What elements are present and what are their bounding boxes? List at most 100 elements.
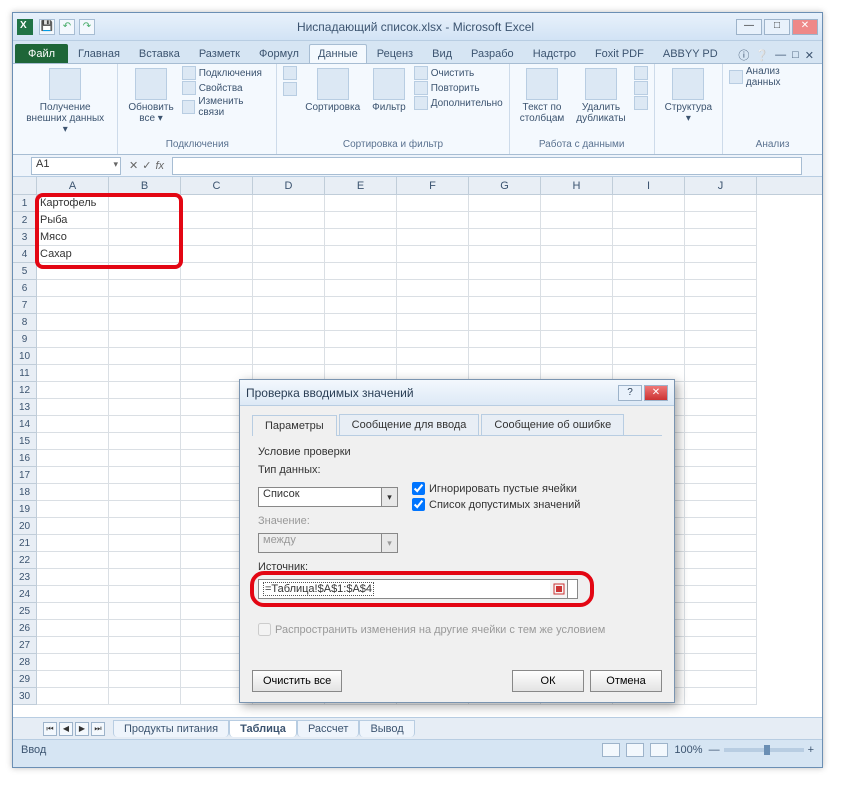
cell[interactable]: [685, 688, 757, 705]
cell[interactable]: [37, 331, 109, 348]
ribbon-tab-1[interactable]: Главная: [69, 44, 129, 63]
zoom-slider[interactable]: [724, 748, 804, 752]
sheet-tab-3[interactable]: Вывод: [359, 720, 414, 737]
cell[interactable]: [541, 297, 613, 314]
cell[interactable]: [109, 637, 181, 654]
cell[interactable]: [109, 212, 181, 229]
cell[interactable]: [469, 263, 541, 280]
cell[interactable]: [613, 212, 685, 229]
cell[interactable]: [613, 246, 685, 263]
cell[interactable]: [181, 297, 253, 314]
ribbon-tab-6[interactable]: Реценз: [368, 44, 422, 63]
cell[interactable]: [181, 195, 253, 212]
cell[interactable]: [37, 654, 109, 671]
select-all-corner[interactable]: [13, 177, 37, 194]
ok-button[interactable]: ОК: [512, 670, 584, 692]
row-header-7[interactable]: 7: [13, 297, 37, 314]
cell[interactable]: Сахар: [37, 246, 109, 263]
row-header-8[interactable]: 8: [13, 314, 37, 331]
cell[interactable]: [253, 297, 325, 314]
maximize-button[interactable]: □: [764, 19, 790, 35]
cell[interactable]: [109, 552, 181, 569]
clear-all-button[interactable]: Очистить все: [252, 670, 342, 692]
clear-filter-item[interactable]: Очистить: [414, 66, 503, 80]
cell[interactable]: [109, 246, 181, 263]
ignore-blank-checkbox[interactable]: Игнорировать пустые ячейки: [412, 482, 580, 495]
formula-input[interactable]: [172, 157, 802, 175]
cell[interactable]: [181, 280, 253, 297]
column-header-I[interactable]: I: [613, 177, 685, 194]
cell[interactable]: [397, 297, 469, 314]
row-header-28[interactable]: 28: [13, 654, 37, 671]
cell[interactable]: [685, 229, 757, 246]
row-header-19[interactable]: 19: [13, 501, 37, 518]
cell[interactable]: [109, 280, 181, 297]
cell[interactable]: [37, 297, 109, 314]
row-header-20[interactable]: 20: [13, 518, 37, 535]
cell[interactable]: [685, 382, 757, 399]
sheet-next-icon[interactable]: ▶: [75, 722, 89, 736]
properties-item[interactable]: Свойства: [182, 81, 271, 95]
source-input[interactable]: =Таблица!$A$1:$A$4: [258, 579, 578, 599]
cell[interactable]: [109, 501, 181, 518]
cell[interactable]: [181, 229, 253, 246]
row-header-14[interactable]: 14: [13, 416, 37, 433]
refresh-all-button[interactable]: Обновить все ▾: [124, 66, 177, 126]
cell[interactable]: [109, 382, 181, 399]
cell[interactable]: [685, 654, 757, 671]
cell[interactable]: [685, 552, 757, 569]
ribbon-tab-4[interactable]: Формул: [250, 44, 308, 63]
cell[interactable]: [685, 297, 757, 314]
cell[interactable]: [109, 654, 181, 671]
cell[interactable]: [685, 569, 757, 586]
cell[interactable]: [37, 348, 109, 365]
cell[interactable]: [397, 212, 469, 229]
cell[interactable]: [397, 195, 469, 212]
row-header-11[interactable]: 11: [13, 365, 37, 382]
cell[interactable]: [541, 229, 613, 246]
sheet-tab-1[interactable]: Таблица: [229, 720, 297, 737]
cell[interactable]: [685, 263, 757, 280]
column-header-D[interactable]: D: [253, 177, 325, 194]
cell[interactable]: [397, 348, 469, 365]
cell[interactable]: [685, 416, 757, 433]
dialog-tab-1[interactable]: Сообщение для ввода: [339, 414, 480, 435]
cell[interactable]: [469, 212, 541, 229]
get-external-data-button[interactable]: Получение внешних данных ▾: [19, 66, 111, 137]
cell[interactable]: [685, 620, 757, 637]
cell[interactable]: [181, 331, 253, 348]
row-header-18[interactable]: 18: [13, 484, 37, 501]
row-header-9[interactable]: 9: [13, 331, 37, 348]
dialog-tab-2[interactable]: Сообщение об ошибке: [481, 414, 624, 435]
edit-links-item[interactable]: Изменить связи: [182, 96, 271, 118]
name-box[interactable]: A1: [31, 157, 121, 175]
row-header-15[interactable]: 15: [13, 433, 37, 450]
cell[interactable]: [541, 280, 613, 297]
row-header-24[interactable]: 24: [13, 586, 37, 603]
cell[interactable]: [37, 263, 109, 280]
sheet-first-icon[interactable]: ⏮: [43, 722, 57, 736]
row-header-21[interactable]: 21: [13, 535, 37, 552]
ribbon-tab-0[interactable]: Файл: [15, 44, 68, 63]
cell[interactable]: [685, 450, 757, 467]
row-header-6[interactable]: 6: [13, 280, 37, 297]
cell[interactable]: [685, 501, 757, 518]
cell[interactable]: [325, 212, 397, 229]
cell[interactable]: [109, 603, 181, 620]
ribbon-close-icon[interactable]: ✕: [805, 49, 814, 62]
cell[interactable]: Рыба: [37, 212, 109, 229]
cell[interactable]: [397, 229, 469, 246]
cancel-button[interactable]: Отмена: [590, 670, 662, 692]
cell[interactable]: [109, 518, 181, 535]
cell[interactable]: [37, 671, 109, 688]
cell[interactable]: [469, 195, 541, 212]
cell[interactable]: [685, 399, 757, 416]
cell[interactable]: [325, 348, 397, 365]
sheet-tab-2[interactable]: Рассчет: [297, 720, 360, 737]
cell[interactable]: [613, 263, 685, 280]
outline-button[interactable]: Структура ▾: [661, 66, 716, 126]
cell[interactable]: [37, 365, 109, 382]
cell[interactable]: [613, 348, 685, 365]
ribbon-tab-3[interactable]: Разметк: [190, 44, 249, 63]
cell[interactable]: [253, 331, 325, 348]
